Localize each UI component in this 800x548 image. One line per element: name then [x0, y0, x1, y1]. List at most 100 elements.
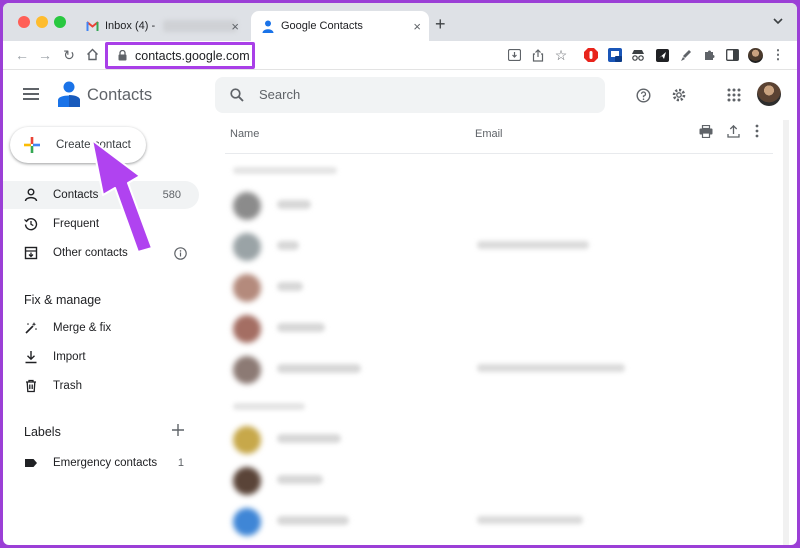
lock-icon: [118, 49, 127, 61]
new-tab-icon[interactable]: +: [435, 14, 446, 35]
url-text: contacts.google.com: [135, 48, 250, 63]
trash-icon: [24, 379, 38, 393]
tab-strip: Inbox (4) - × Google Contacts × +: [3, 3, 797, 41]
table-row[interactable]: [225, 185, 773, 226]
sidebar-item-label: Emergency contacts: [53, 457, 158, 469]
table-row[interactable]: [225, 226, 773, 267]
calendar-extension-icon[interactable]: [607, 47, 623, 63]
tab-inbox[interactable]: Inbox (4) - ×: [75, 11, 247, 41]
tab-google-contacts[interactable]: Google Contacts ×: [251, 11, 429, 41]
adblock-extension-icon[interactable]: [583, 47, 599, 63]
sidebar-item-contacts[interactable]: Contacts 580: [3, 181, 199, 209]
fix-manage-heading: Fix & manage: [24, 293, 102, 307]
sidebar-item-label: Merge & fix: [53, 322, 112, 334]
reload-icon[interactable]: ↻: [60, 46, 78, 64]
redacted-email: [163, 20, 238, 32]
sidebar-item-label: Frequent: [53, 218, 100, 230]
share-icon[interactable]: [530, 47, 546, 63]
browser-menu-icon[interactable]: ⋮: [770, 47, 786, 63]
label-count: 1: [177, 457, 184, 469]
browser-toolbar: ← → ↻ contacts.google.com ☆ ⋮: [3, 41, 797, 70]
table-row[interactable]: [225, 419, 773, 460]
sidebar-item-import[interactable]: Import: [3, 343, 199, 371]
contact-email: [477, 364, 625, 372]
search-icon[interactable]: [230, 88, 244, 107]
sidebar-item-emergency-contacts[interactable]: Emergency contacts 1: [3, 449, 199, 477]
zoom-window-button[interactable]: [54, 16, 66, 28]
gmail-icon: [85, 19, 99, 33]
avatar: [233, 426, 261, 454]
email-column-header[interactable]: Email: [475, 128, 503, 140]
brush-extension-icon[interactable]: [678, 47, 694, 63]
settings-gear-icon[interactable]: [669, 85, 689, 105]
table-row[interactable]: [225, 308, 773, 349]
table-row[interactable]: [225, 501, 773, 542]
create-contact-label: Create contact: [56, 139, 131, 151]
create-contact-button[interactable]: Create contact: [10, 127, 146, 163]
search-input[interactable]: Search: [215, 77, 605, 113]
close-tab-icon[interactable]: ×: [413, 19, 421, 34]
tab-search-chevron-icon[interactable]: [773, 16, 783, 28]
sidebar-item-merge-fix[interactable]: Merge & fix: [3, 314, 199, 342]
print-icon[interactable]: [699, 124, 713, 143]
help-icon[interactable]: [633, 85, 653, 105]
home-icon[interactable]: [83, 46, 101, 64]
more-options-icon[interactable]: [754, 124, 760, 143]
avatar: [233, 274, 261, 302]
search-placeholder: Search: [259, 87, 301, 102]
name-column-header[interactable]: Name: [230, 128, 259, 140]
spy-extension-icon[interactable]: [630, 47, 646, 63]
side-panel-icon[interactable]: [724, 47, 740, 63]
archive-icon: [24, 246, 38, 260]
contact-email: [477, 516, 583, 524]
account-avatar[interactable]: [757, 82, 781, 106]
tab-label: Inbox (4) -: [105, 20, 156, 32]
contact-name: [277, 516, 349, 525]
sidebar-item-other-contacts[interactable]: Other contacts: [3, 239, 199, 267]
sidebar-item-frequent[interactable]: Frequent: [3, 210, 199, 238]
plus-icon: [24, 137, 40, 153]
install-app-icon[interactable]: [506, 47, 522, 63]
address-bar[interactable]: contacts.google.com: [105, 42, 255, 69]
avatar: [233, 356, 261, 384]
table-row[interactable]: [225, 460, 773, 501]
extensions-puzzle-icon[interactable]: [701, 47, 717, 63]
scrollbar[interactable]: [781, 120, 791, 545]
minimize-window-button[interactable]: [36, 16, 48, 28]
table-row[interactable]: [225, 349, 773, 390]
sidebar-item-label: Contacts: [53, 189, 99, 201]
add-label-icon[interactable]: [171, 423, 185, 437]
forward-arrow-icon[interactable]: →: [36, 46, 54, 64]
bookmark-star-icon[interactable]: ☆: [553, 47, 569, 63]
back-arrow-icon[interactable]: ←: [13, 46, 31, 64]
contact-name: [277, 200, 311, 209]
app-title: Contacts: [87, 86, 153, 104]
sidebar-item-label: Import: [53, 351, 86, 363]
person-icon: [24, 188, 38, 202]
info-icon[interactable]: [174, 247, 187, 263]
table-row[interactable]: [225, 267, 773, 308]
close-window-button[interactable]: [18, 16, 30, 28]
contact-name: [277, 364, 361, 373]
apps-grid-icon[interactable]: [724, 85, 744, 105]
download-icon: [24, 350, 38, 364]
avatar: [233, 192, 261, 220]
contact-name: [277, 282, 303, 291]
section-header: [233, 403, 305, 410]
section-header: [233, 167, 337, 174]
main-menu-icon[interactable]: [23, 88, 39, 100]
close-tab-icon[interactable]: ×: [231, 19, 239, 34]
avatar: [233, 233, 261, 261]
avatar: [233, 315, 261, 343]
list-header-divider: [225, 153, 773, 154]
contact-name: [277, 323, 325, 332]
sidebar-item-label: Other contacts: [53, 247, 128, 259]
app-header: Contacts Search: [3, 70, 797, 120]
export-icon[interactable]: [727, 124, 740, 143]
send-extension-icon[interactable]: [654, 47, 670, 63]
sidebar-item-trash[interactable]: Trash: [3, 372, 199, 400]
labels-heading: Labels: [24, 425, 61, 439]
contact-name: [277, 434, 341, 443]
profile-avatar[interactable]: [747, 47, 763, 63]
contacts-logo-icon: [58, 81, 80, 112]
